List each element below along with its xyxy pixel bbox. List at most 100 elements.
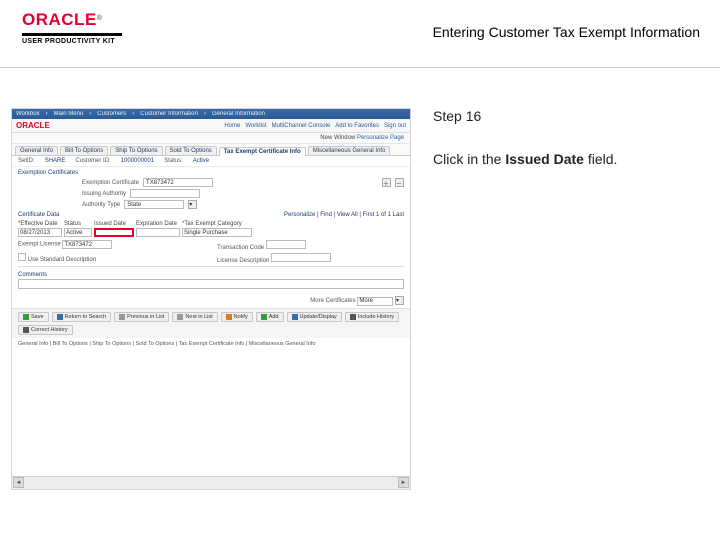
page-tabs: General Info Bill To Options Ship To Opt… <box>12 144 410 156</box>
instruction-target: Issued Date <box>505 151 584 167</box>
setid-label: SetID: <box>18 158 35 164</box>
dropdown-icon[interactable]: ▾ <box>395 296 404 305</box>
issuing-authority-label: Issuing Authority <box>82 191 126 197</box>
correct-history-button[interactable]: Correct History <box>18 325 73 335</box>
issuing-authority-input[interactable] <box>130 189 200 198</box>
crumb[interactable]: Customer Information <box>140 111 198 117</box>
application-screenshot: Workbox› Main Menu› Customers› Customer … <box>11 108 411 490</box>
certificate-grid: *Effective Date Status Issued Date Expir… <box>18 220 404 237</box>
instruction-suffix: field. <box>584 151 617 167</box>
add-row-button[interactable]: ＋ <box>382 178 391 187</box>
custid-label: Customer ID: <box>75 158 110 164</box>
bottom-tab-links: General Info | Bill To Options | Ship To… <box>12 338 410 350</box>
app-oracle-logo: ORACLE <box>16 121 50 130</box>
app-breadcrumb-bar: Workbox› Main Menu› Customers› Customer … <box>12 109 410 119</box>
col-expiration-date: Expiration Date <box>136 220 180 228</box>
instruction-text: Click in the Issued Date field. <box>433 150 705 169</box>
tab-ship-to[interactable]: Ship To Options <box>110 146 162 155</box>
next-icon <box>177 314 183 320</box>
tab-sold-to[interactable]: Sold To Options <box>165 146 217 155</box>
setid-value: SHARE <box>45 158 66 164</box>
cert-data-title: Certificate Data <box>18 212 59 218</box>
transaction-code-label: Transaction Code <box>217 245 264 251</box>
new-window-label: New Window <box>320 135 355 141</box>
comments-label: Comments <box>12 269 410 279</box>
tab-tax-exempt[interactable]: Tax Exempt Certificate Info <box>219 147 306 156</box>
first-link[interactable]: First <box>363 212 375 218</box>
add-button[interactable]: Add <box>256 312 284 322</box>
prev-icon <box>119 314 125 320</box>
last-link[interactable]: Last <box>393 212 404 218</box>
issued-date-input[interactable] <box>94 228 134 237</box>
next-in-list-button[interactable]: Next in List <box>172 312 217 322</box>
document-header: ORACLE® USER PRODUCTIVITY KIT Entering C… <box>0 0 720 68</box>
more-certificates-select[interactable]: More <box>357 297 393 306</box>
row-status-select[interactable]: Active <box>64 228 92 237</box>
divider <box>18 266 404 267</box>
signout-link[interactable]: Sign out <box>384 123 406 129</box>
personalize-page-link[interactable]: Personalize Page <box>357 135 404 141</box>
home-link[interactable]: Home <box>224 123 240 129</box>
exemption-cert-input[interactable]: TX873472 <box>143 178 213 187</box>
authority-type-row: Authority Type State ▾ <box>12 199 410 210</box>
crumb[interactable]: Customers <box>97 111 126 117</box>
comments-textarea[interactable] <box>18 279 404 289</box>
effective-date-input[interactable]: 08/27/2013 <box>18 228 62 237</box>
custid-value: 1000000001 <box>121 158 154 164</box>
scroll-left-icon[interactable]: ◄ <box>13 477 24 488</box>
history-icon <box>350 314 356 320</box>
save-button[interactable]: Save <box>18 312 49 322</box>
col-tax-exempt-category: *Tax Exempt Category <box>182 220 252 228</box>
multichannel-link[interactable]: MultiChannel Console <box>272 123 331 129</box>
license-meta: Exempt License TX873472 Transaction Code… <box>18 240 404 264</box>
app-global-links: Home Worklist MultiChannel Console Add t… <box>224 123 406 129</box>
instruction-pane: Step 16 Click in the Issued Date field. <box>417 68 717 490</box>
screenshot-pane: Workbox› Main Menu› Customers› Customer … <box>0 68 417 490</box>
exemption-section-title: Exemption Certificates <box>12 167 410 177</box>
update-display-button[interactable]: Update/Display <box>287 312 342 322</box>
exempt-license-input[interactable]: TX873472 <box>62 240 112 249</box>
correct-icon <box>23 327 29 333</box>
personalize-link[interactable]: Personalize | Find | View All | <box>284 212 361 218</box>
action-toolbar: Save Return to Search Previous in List N… <box>12 308 410 338</box>
license-desc-label: License Description <box>217 258 269 264</box>
more-certs-row: More Certificates More ▾ <box>12 294 410 308</box>
exempt-license-label: Exempt License <box>18 242 61 248</box>
use-standard-desc-checkbox[interactable] <box>18 253 26 261</box>
search-icon <box>57 314 63 320</box>
grid-data-row: 08/27/2013 Active Single Purchase <box>18 228 404 237</box>
col-effective-date: *Effective Date <box>18 220 62 228</box>
include-history-button[interactable]: Include History <box>345 312 399 322</box>
more-certificates-label: More Certificates <box>310 298 355 304</box>
crumb[interactable]: General Information <box>212 111 265 117</box>
notify-button[interactable]: Notify <box>221 312 253 322</box>
tab-general-info[interactable]: General Info <box>15 146 58 155</box>
col-issued-date: Issued Date <box>94 220 134 228</box>
dropdown-icon[interactable]: ▾ <box>188 200 197 209</box>
crumb[interactable]: Workbox <box>16 111 40 117</box>
worklist-link[interactable]: Worklist <box>245 123 266 129</box>
previous-in-list-button[interactable]: Previous in List <box>114 312 169 322</box>
exemption-cert-row: Exemption Certificate TX873472 ＋ － <box>12 177 410 188</box>
transaction-code-input[interactable] <box>266 240 306 249</box>
return-to-search-button[interactable]: Return to Search <box>52 312 112 322</box>
horizontal-scrollbar[interactable]: ◄ ► <box>12 476 410 489</box>
favorites-link[interactable]: Add to Favorites <box>335 123 379 129</box>
tab-bill-to[interactable]: Bill To Options <box>60 146 108 155</box>
oracle-logo-block: ORACLE® USER PRODUCTIVITY KIT <box>22 10 122 45</box>
scroll-right-icon[interactable]: ► <box>398 477 409 488</box>
tax-exempt-category-select[interactable]: Single Purchase <box>182 228 252 237</box>
crumb[interactable]: Main Menu <box>54 111 84 117</box>
page-title: Entering Customer Tax Exempt Information <box>433 24 700 40</box>
authority-type-label: Authority Type <box>82 202 120 208</box>
authority-type-select[interactable]: State <box>124 200 184 209</box>
logo-divider <box>22 33 122 36</box>
delete-row-button[interactable]: － <box>395 178 404 187</box>
col-status: Status <box>64 220 92 228</box>
app-subnav: New Window Personalize Page <box>12 133 410 144</box>
cert-data-bar: Certificate Data Personalize | Find | Vi… <box>12 210 410 219</box>
license-desc-input[interactable] <box>271 253 331 262</box>
expiration-date-input[interactable] <box>136 228 180 237</box>
tab-misc[interactable]: Miscellaneous General Info <box>308 146 391 155</box>
notify-icon <box>226 314 232 320</box>
